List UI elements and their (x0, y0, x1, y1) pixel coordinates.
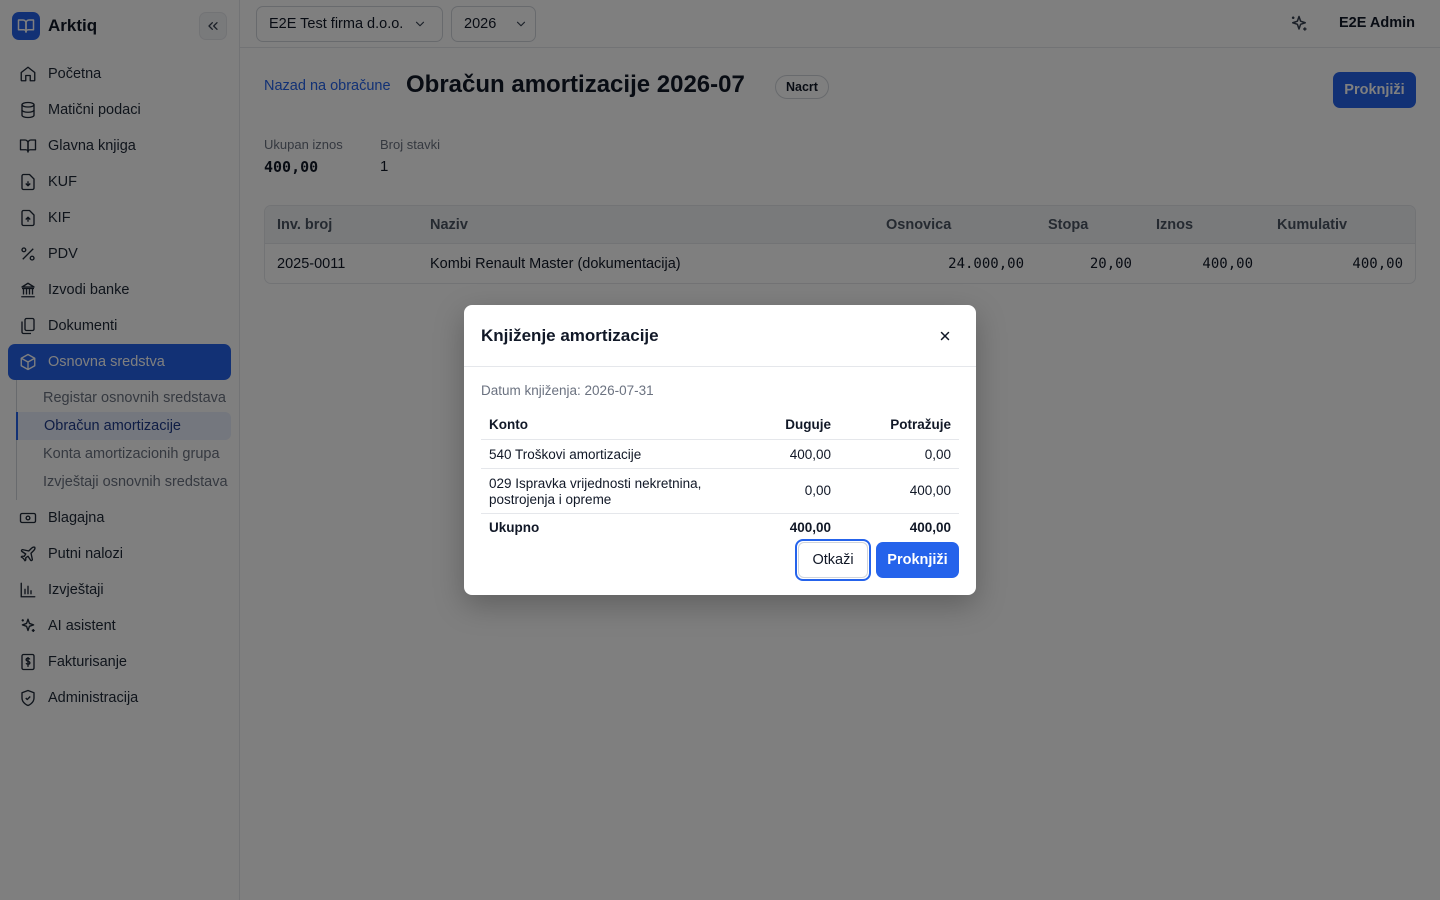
cell-duguje: 400,00 (789, 447, 831, 462)
confirm-post-button[interactable]: Proknjiži (876, 542, 959, 578)
modal-header: Knjiženje amortizacije (464, 305, 976, 367)
column-header: Konto (489, 417, 528, 432)
modal-title: Knjiženje amortizacije (481, 326, 659, 345)
column-header: Duguje (785, 417, 831, 432)
table-row: 540 Troškovi amortizacije 400,00 0,00 (481, 440, 959, 469)
cell-konto: 540 Troškovi amortizacije (489, 447, 642, 462)
total-row: Ukupno 400,00 400,00 (481, 514, 959, 542)
total-duguje: 400,00 (789, 520, 831, 535)
posting-table-header: Konto Duguje Potražuje (481, 411, 959, 440)
posting-date: Datum knjiženja: 2026-07-31 (481, 383, 654, 398)
table-row: 029 Ispravka vrijednosti nekretnina, pos… (481, 469, 959, 514)
cell-duguje: 0,00 (804, 483, 831, 498)
total-label: Ukupno (489, 520, 540, 535)
cell-potrazuje: 400,00 (909, 483, 951, 498)
total-potrazuje: 400,00 (909, 520, 951, 535)
cell-potrazuje: 0,00 (924, 447, 951, 462)
posting-table: Konto Duguje Potražuje 540 Troškovi amor… (481, 411, 959, 542)
column-header: Potražuje (890, 417, 951, 432)
close-icon[interactable] (936, 327, 954, 345)
cell-konto: 029 Ispravka vrijednosti nekretnina, pos… (489, 476, 702, 507)
posting-modal: Knjiženje amortizacije Datum knjiženja: … (464, 305, 976, 595)
cancel-button-label: Otkaži (798, 542, 868, 578)
cancel-button[interactable]: Otkaži (795, 539, 871, 581)
